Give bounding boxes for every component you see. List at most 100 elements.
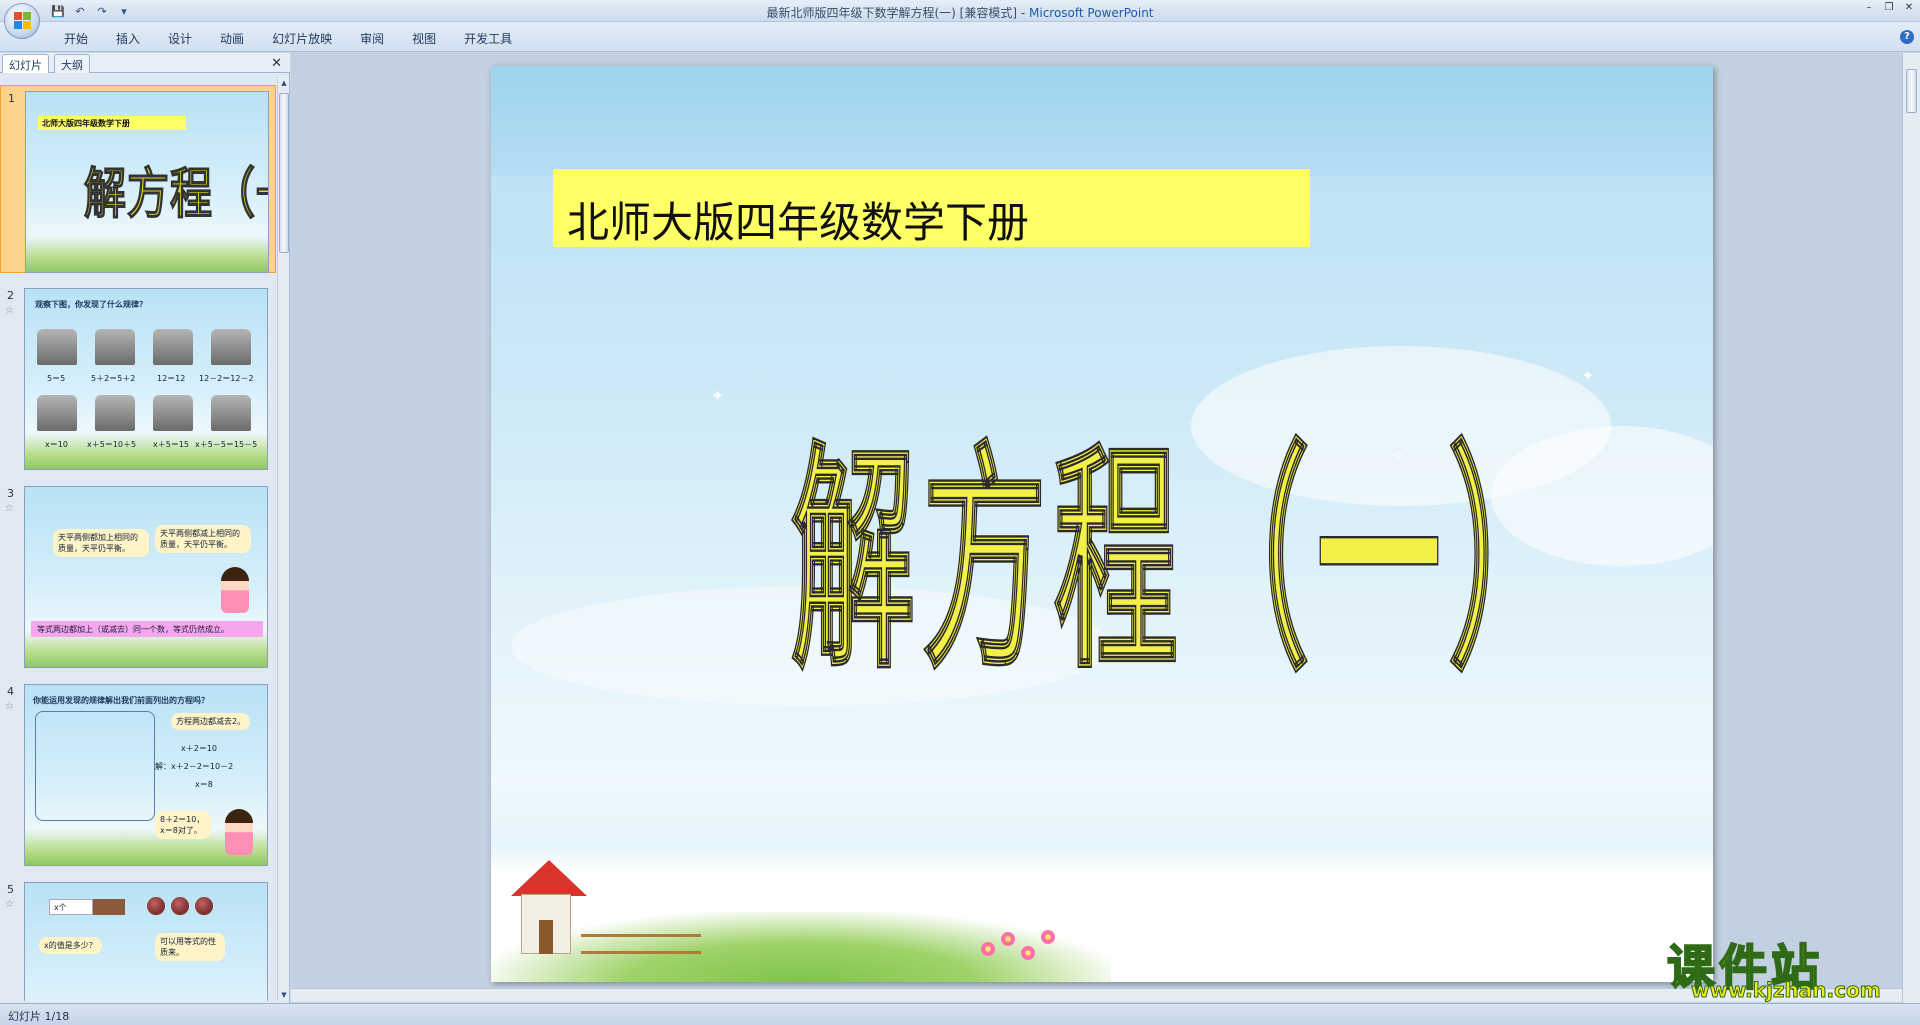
main-scrollbar[interactable]	[1902, 53, 1920, 1003]
scale-label: x＝10	[45, 440, 68, 449]
girl-illustration	[225, 809, 253, 855]
animation-star-icon: ☆	[5, 899, 14, 910]
tab-design[interactable]: 设计	[154, 30, 206, 48]
maximize-button[interactable]: ❐	[1882, 2, 1896, 14]
slides-pane: 幻灯片 大纲 ✕ 1 北师大版四年级数学下册 解方程（一） 2 ☆ 观察下图，你…	[0, 53, 290, 1003]
close-button[interactable]: ✕	[1902, 2, 1916, 14]
watermark-url: www.kjzhan.com	[1691, 978, 1882, 1003]
slide-thumbnail-3[interactable]: 3 ☆ 天平两侧都加上相同的质量，天平仍平衡。 天平两侧都减上相同的质量，天平仍…	[0, 481, 276, 669]
slide-thumbnail-4[interactable]: 4 ☆ 你能运用发现的规律解出我们前面列出的方程吗？ 方程两边都减去2。 x＋2…	[0, 679, 276, 867]
document-title: 最新北师版四年级下数学解方程(一) [兼容模式] -	[766, 6, 1029, 20]
horizontal-scrollbar[interactable]	[291, 988, 1902, 1002]
subtitle-box[interactable]: 北师大版四年级数学下册	[553, 169, 1310, 247]
balance-scale	[95, 395, 135, 431]
scale-label: 12－2＝12－2	[199, 374, 254, 383]
slide-number: 2	[7, 289, 14, 302]
scroll-up-icon[interactable]: ▲	[278, 77, 290, 89]
check-line: 8＋2＝10，	[160, 815, 205, 824]
tab-developer[interactable]: 开发工具	[450, 30, 526, 48]
animation-star-icon: ☆	[5, 503, 14, 514]
slide-thumbnail-1[interactable]: 1 北师大版四年级数学下册 解方程（一）	[0, 85, 276, 273]
tab-insert[interactable]: 插入	[102, 30, 154, 48]
slide-title[interactable]: 解方程（一）	[790, 366, 1580, 714]
slide-preview: 天平两侧都加上相同的质量，天平仍平衡。 天平两侧都减上相同的质量，天平仍平衡。 …	[24, 486, 268, 668]
tab-review[interactable]: 审阅	[346, 30, 398, 48]
window-title: 最新北师版四年级下数学解方程(一) [兼容模式] - Microsoft Pow…	[0, 4, 1920, 21]
scrollbar-thumb[interactable]	[1906, 69, 1917, 113]
office-button[interactable]	[4, 3, 40, 39]
block-label: x个	[54, 903, 67, 912]
slide-thumbnail-2[interactable]: 2 ☆ 观察下图，你发现了什么规律？ 5＝5 5＋2＝5＋2 12＝12 12－…	[0, 283, 276, 471]
tab-slideshow[interactable]: 幻灯片放映	[258, 30, 346, 48]
block-illustration	[93, 899, 125, 915]
ball-illustration	[171, 897, 189, 915]
ball-illustration	[147, 897, 165, 915]
sparkle-icon: ✦	[711, 386, 725, 405]
sky-band	[491, 66, 1713, 176]
sparkle-icon: ✦	[1581, 366, 1595, 385]
slide-number: 1	[8, 92, 15, 105]
scroll-down-icon[interactable]: ▼	[278, 989, 290, 1001]
balance-scale	[37, 395, 77, 431]
scale-label: 5＝5	[47, 374, 66, 383]
speech-bubble: 方程两边都减去2。	[171, 713, 251, 730]
slide-number: 5	[7, 883, 14, 896]
scale-label: x＋5＝10＋5	[87, 440, 137, 449]
minimize-button[interactable]: –	[1862, 2, 1876, 14]
ribbon: 开始 插入 设计 动画 幻灯片放映 审阅 视图 开发工具 ?	[0, 22, 1920, 52]
thumb-header: 北师大版四年级数学下册	[42, 119, 130, 128]
balance-scale	[153, 395, 193, 431]
flowers-illustration	[971, 922, 1071, 972]
equation-line: x＋2＝10	[181, 744, 218, 753]
house-roof	[511, 860, 587, 896]
slide-number: 4	[7, 685, 14, 698]
thumb-title: 解方程（一）	[83, 161, 268, 226]
tab-slides[interactable]: 幻灯片	[2, 54, 49, 73]
slide-thumbnail-5[interactable]: 5 ☆ x个 x的值是多少？ 可以用等式的性质来。	[0, 877, 276, 1001]
ball-illustration	[195, 897, 213, 915]
girl-illustration	[221, 567, 249, 613]
scale-label: x＋5＝15	[153, 440, 190, 449]
scale-label: 12＝12	[157, 374, 186, 383]
thumb-summary-bar: 等式两边都加上（或减去）同一个数，等式仍然成立。	[31, 621, 263, 637]
block-illustration: x个	[49, 899, 93, 915]
slide-counter: 幻灯片 1/18	[8, 1010, 70, 1023]
help-icon[interactable]: ?	[1900, 30, 1914, 44]
current-slide[interactable]: ✦ ✦ ✧ 北师大版四年级数学下册 解方程（一）	[491, 66, 1713, 982]
ribbon-tabs: 开始 插入 设计 动画 幻灯片放映 审阅 视图 开发工具	[50, 30, 526, 48]
watermark-logo: 课件站 www.kjzhan.com	[1666, 928, 1907, 1003]
tab-view[interactable]: 视图	[398, 30, 450, 48]
tab-home[interactable]: 开始	[50, 30, 102, 48]
title-bar: 💾 ↶ ↷ ▾ 最新北师版四年级下数学解方程(一) [兼容模式] - Micro…	[0, 0, 1920, 22]
house-illustration	[511, 860, 587, 960]
fence-illustration	[581, 934, 701, 954]
tab-animations[interactable]: 动画	[206, 30, 258, 48]
house-door	[539, 920, 553, 954]
slide-subtitle: 北师大版四年级数学下册	[567, 198, 1030, 247]
close-pane-icon[interactable]: ✕	[271, 56, 282, 71]
scrollbar-thumb[interactable]	[279, 93, 289, 253]
animation-star-icon: ☆	[5, 701, 14, 712]
speech-bubble: x的值是多少？	[39, 937, 102, 954]
thumb-header: 你能运用发现的规律解出我们前面列出的方程吗？	[33, 696, 209, 705]
thumbnail-list: 1 北师大版四年级数学下册 解方程（一） 2 ☆ 观察下图，你发现了什么规律？ …	[0, 77, 276, 1001]
speech-bubble: 8＋2＝10， x＝8对了。	[155, 811, 211, 839]
equation-line: x＝8	[195, 780, 213, 789]
equation-box	[35, 711, 155, 821]
pane-tabs: 幻灯片 大纲 ✕	[0, 53, 290, 73]
balance-scale	[153, 329, 193, 365]
slide-preview: 观察下图，你发现了什么规律？ 5＝5 5＋2＝5＋2 12＝12 12－2＝12…	[24, 288, 268, 470]
window-controls: – ❐ ✕	[1862, 2, 1916, 14]
speech-bubble: 天平两侧都减上相同的质量，天平仍平衡。	[155, 525, 251, 553]
scale-label: 5＋2＝5＋2	[91, 374, 136, 383]
office-logo-icon	[14, 12, 32, 30]
app-name: Microsoft PowerPoint	[1029, 6, 1154, 20]
tab-outline[interactable]: 大纲	[54, 54, 90, 73]
thumbnail-scrollbar[interactable]: ▲ ▼	[277, 77, 289, 1001]
speech-bubble: 天平两侧都加上相同的质量，天平仍平衡。	[53, 529, 149, 557]
balance-scale	[211, 395, 251, 431]
balance-scale	[37, 329, 77, 365]
slide-preview: 你能运用发现的规律解出我们前面列出的方程吗？ 方程两边都减去2。 x＋2＝10 …	[24, 684, 268, 866]
check-line: x＝8对了。	[160, 826, 202, 835]
scale-label: x＋5－5＝15－5	[195, 440, 258, 449]
